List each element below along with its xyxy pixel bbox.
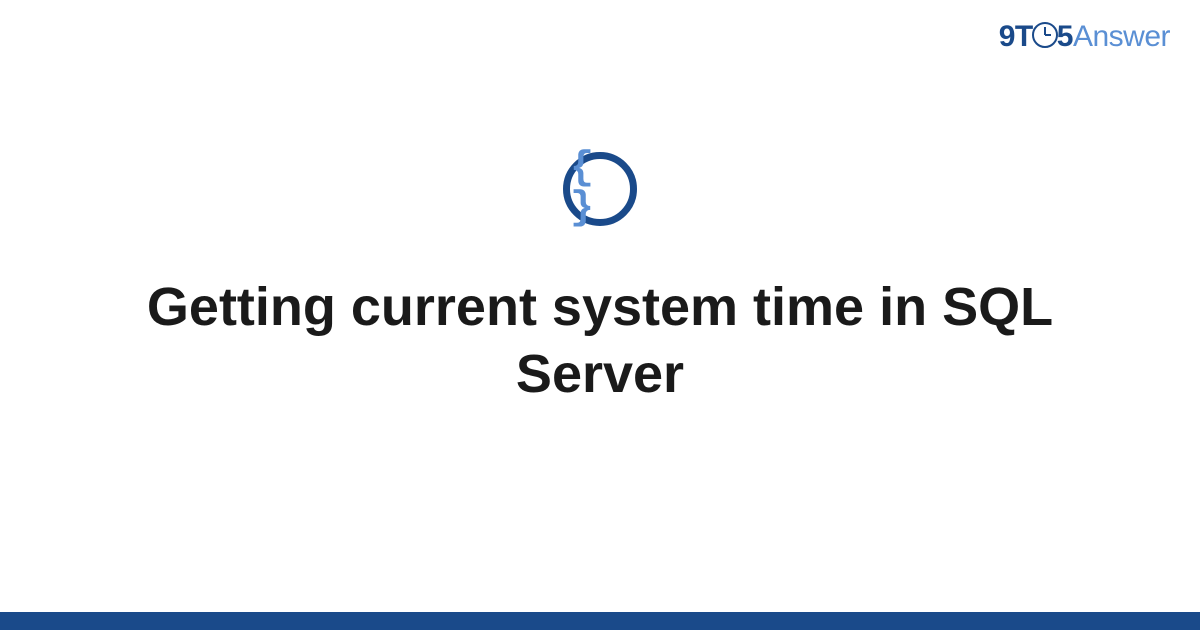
page-title: Getting current system time in SQL Serve… [100, 274, 1100, 409]
footer-accent-bar [0, 612, 1200, 630]
code-braces-icon: { } [563, 152, 637, 226]
braces-glyph: { } [570, 149, 630, 229]
main-content: { } Getting current system time in SQL S… [0, 0, 1200, 630]
